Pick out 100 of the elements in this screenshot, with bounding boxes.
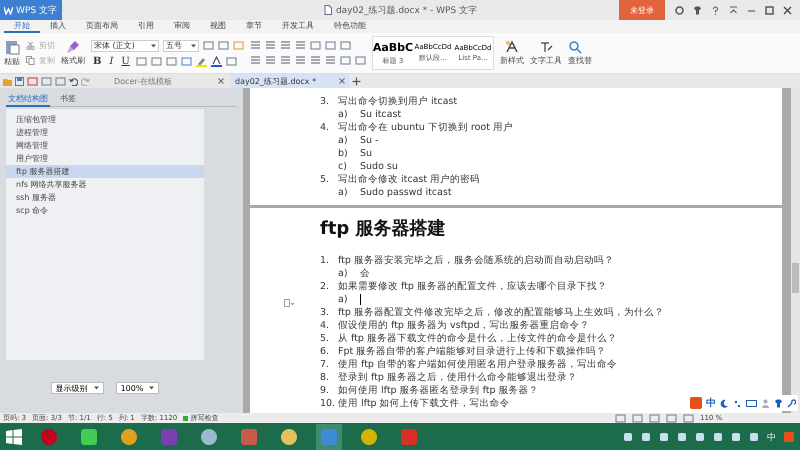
outline-item[interactable]: scp 命令 <box>6 204 204 217</box>
format-painter-label[interactable]: 格式刷 <box>61 55 85 66</box>
ime-mode-label[interactable]: 中 <box>706 396 716 410</box>
start-icon[interactable] <box>6 429 22 445</box>
text-tools-button[interactable]: 文字工具 <box>530 55 562 66</box>
justify-icon[interactable] <box>295 55 306 66</box>
list-number: 1. <box>320 254 330 267</box>
input-language[interactable]: 中 <box>767 430 776 444</box>
outline-item[interactable]: 用户管理 <box>6 152 204 165</box>
list-number: a) <box>338 186 349 199</box>
list-number: 5. <box>320 332 330 345</box>
list-text: Su <box>360 147 372 160</box>
close-icon[interactable] <box>783 6 792 14</box>
align-right-icon[interactable] <box>280 55 291 66</box>
caret-icon[interactable] <box>151 44 156 48</box>
format-button[interactable]: U <box>119 56 132 66</box>
numbering-icon[interactable] <box>265 40 276 51</box>
list-number: 8. <box>320 371 330 384</box>
sidebar-tab[interactable]: 书签 <box>58 92 78 106</box>
ribbon-tab[interactable]: 页面布局 <box>76 20 128 33</box>
outline-item[interactable]: nfs 网络共享服务器 <box>6 178 204 191</box>
list-number: c) <box>338 160 348 173</box>
list-number: a) <box>338 134 349 147</box>
ribbon-tab[interactable]: 章节 <box>236 20 272 33</box>
help-icon[interactable] <box>711 6 720 14</box>
ribbon-tab[interactable]: 视图 <box>200 20 236 33</box>
list-number: b) <box>338 147 349 160</box>
list-text: Fpt 服务器自带的客户端能够对目录进行上传和下载操作吗？ <box>338 345 606 358</box>
paragraph-menu-icon[interactable] <box>284 299 294 308</box>
list-text: 使用 ftp 自带的客户端如何使用匿名用户登录服务器，写出命令 <box>338 358 617 371</box>
shirt-icon[interactable] <box>774 398 783 408</box>
format-button[interactable]: B <box>91 56 104 66</box>
copy-icon[interactable] <box>26 56 35 65</box>
align-left-icon[interactable] <box>250 55 261 66</box>
list-text: 写出命令修改 itcast 用户的密码 <box>338 173 480 186</box>
save-icon[interactable] <box>15 76 24 86</box>
highlight-icon[interactable] <box>196 56 207 66</box>
outline-item[interactable]: ssh 服务器 <box>6 191 204 204</box>
list-text: ftp 服务器配置文件修改完毕之后，修改的配置能够马上生效吗，为什么？ <box>338 306 664 319</box>
caret-icon[interactable] <box>94 386 99 390</box>
list-text: 使用 lftp 如何上传下载文件，写出命令 <box>338 397 510 410</box>
close-tab-icon[interactable] <box>218 78 224 84</box>
keyboard-icon[interactable] <box>746 398 757 408</box>
new-style-button[interactable]: 新样式 <box>500 55 524 66</box>
search-icon[interactable] <box>568 40 582 54</box>
font-size-dropdown[interactable]: 五号 <box>163 40 199 52</box>
list-text: 如果需要修改 ftp 服务器的配置文件，应该去哪个目录下找？ <box>338 280 607 293</box>
punctuation-icon[interactable] <box>733 398 742 408</box>
outline-item[interactable]: 进程管理 <box>6 126 204 139</box>
find-replace-button[interactable]: 查找替 <box>568 55 592 66</box>
list-text: 假设使用的 ftp 服务器为 vsftpd，写出服务器重启命令？ <box>338 319 590 332</box>
list-text: 会 <box>360 267 370 280</box>
outline-item[interactable]: 网络管理 <box>6 139 204 152</box>
caret-icon[interactable] <box>149 386 154 390</box>
bullets-icon[interactable] <box>250 40 261 51</box>
outline-item[interactable]: ftp 服务器搭建 <box>6 165 204 178</box>
wrench-icon[interactable] <box>787 398 796 408</box>
line-spacing-icon[interactable] <box>325 55 336 66</box>
paste-icon[interactable] <box>4 39 20 55</box>
outline-item[interactable]: 压缩包管理 <box>6 113 204 126</box>
text-tools-icon[interactable] <box>539 40 553 54</box>
scissors-icon[interactable] <box>26 41 35 50</box>
moon-icon[interactable] <box>720 398 729 408</box>
app-menu-button[interactable]: WPS 文字 <box>0 0 62 20</box>
format-button[interactable]: I <box>107 56 116 66</box>
shirt-icon[interactable] <box>693 6 702 14</box>
zoom-dropdown[interactable]: 100% <box>116 382 160 394</box>
caret-icon[interactable] <box>191 44 196 48</box>
align-center-icon[interactable] <box>265 55 276 66</box>
undo-icon[interactable] <box>69 76 78 86</box>
list-text: 从 ftp 服务器下载文件的命令是什么，上传文件的命令是什么？ <box>338 332 617 345</box>
ribbon-tab[interactable]: 特色功能 <box>324 20 376 33</box>
new-style-icon[interactable] <box>505 40 519 54</box>
font-name-dropdown[interactable]: 宋体 (正文) <box>91 40 159 52</box>
list-text: Su itcast <box>360 108 402 121</box>
document-heading: ftp 服务器搭建 <box>319 217 447 240</box>
scrollbar[interactable] <box>791 88 800 413</box>
list-number: 4. <box>320 121 330 134</box>
brush-icon[interactable] <box>66 40 80 54</box>
window-title: day02_练习题.docx * - WPS 文字 <box>336 4 478 16</box>
level-dropdown[interactable]: 显示级别 <box>50 382 104 394</box>
paste-label[interactable]: 粘贴 <box>4 56 20 67</box>
ribbon-tab[interactable]: 引用 <box>128 20 164 33</box>
list-text: Sudo su <box>360 160 398 173</box>
sidebar-tab[interactable]: 文档结构图 <box>6 92 50 106</box>
outdent-icon[interactable] <box>280 40 291 51</box>
maximize-icon[interactable] <box>765 6 774 14</box>
ribbon-tab[interactable]: 审阅 <box>164 20 200 33</box>
new-tab-icon[interactable] <box>352 76 361 86</box>
document-tab[interactable]: day02_练习题.docx * <box>231 74 349 88</box>
distribute-icon[interactable] <box>310 55 321 66</box>
list-number: 10. <box>320 397 336 410</box>
font-color-icon[interactable] <box>210 56 222 66</box>
ribbon-tab[interactable]: 开发工具 <box>272 20 324 33</box>
collapse-icon[interactable] <box>729 6 738 14</box>
close-tab-icon[interactable] <box>339 78 345 84</box>
list-text: 如何使用 lftp 服务器匿名登录到 ftp 服务器？ <box>338 384 539 397</box>
indent-icon[interactable] <box>295 40 306 51</box>
list-number: 6. <box>320 345 330 358</box>
ribbon-tab[interactable]: 插入 <box>40 20 76 33</box>
